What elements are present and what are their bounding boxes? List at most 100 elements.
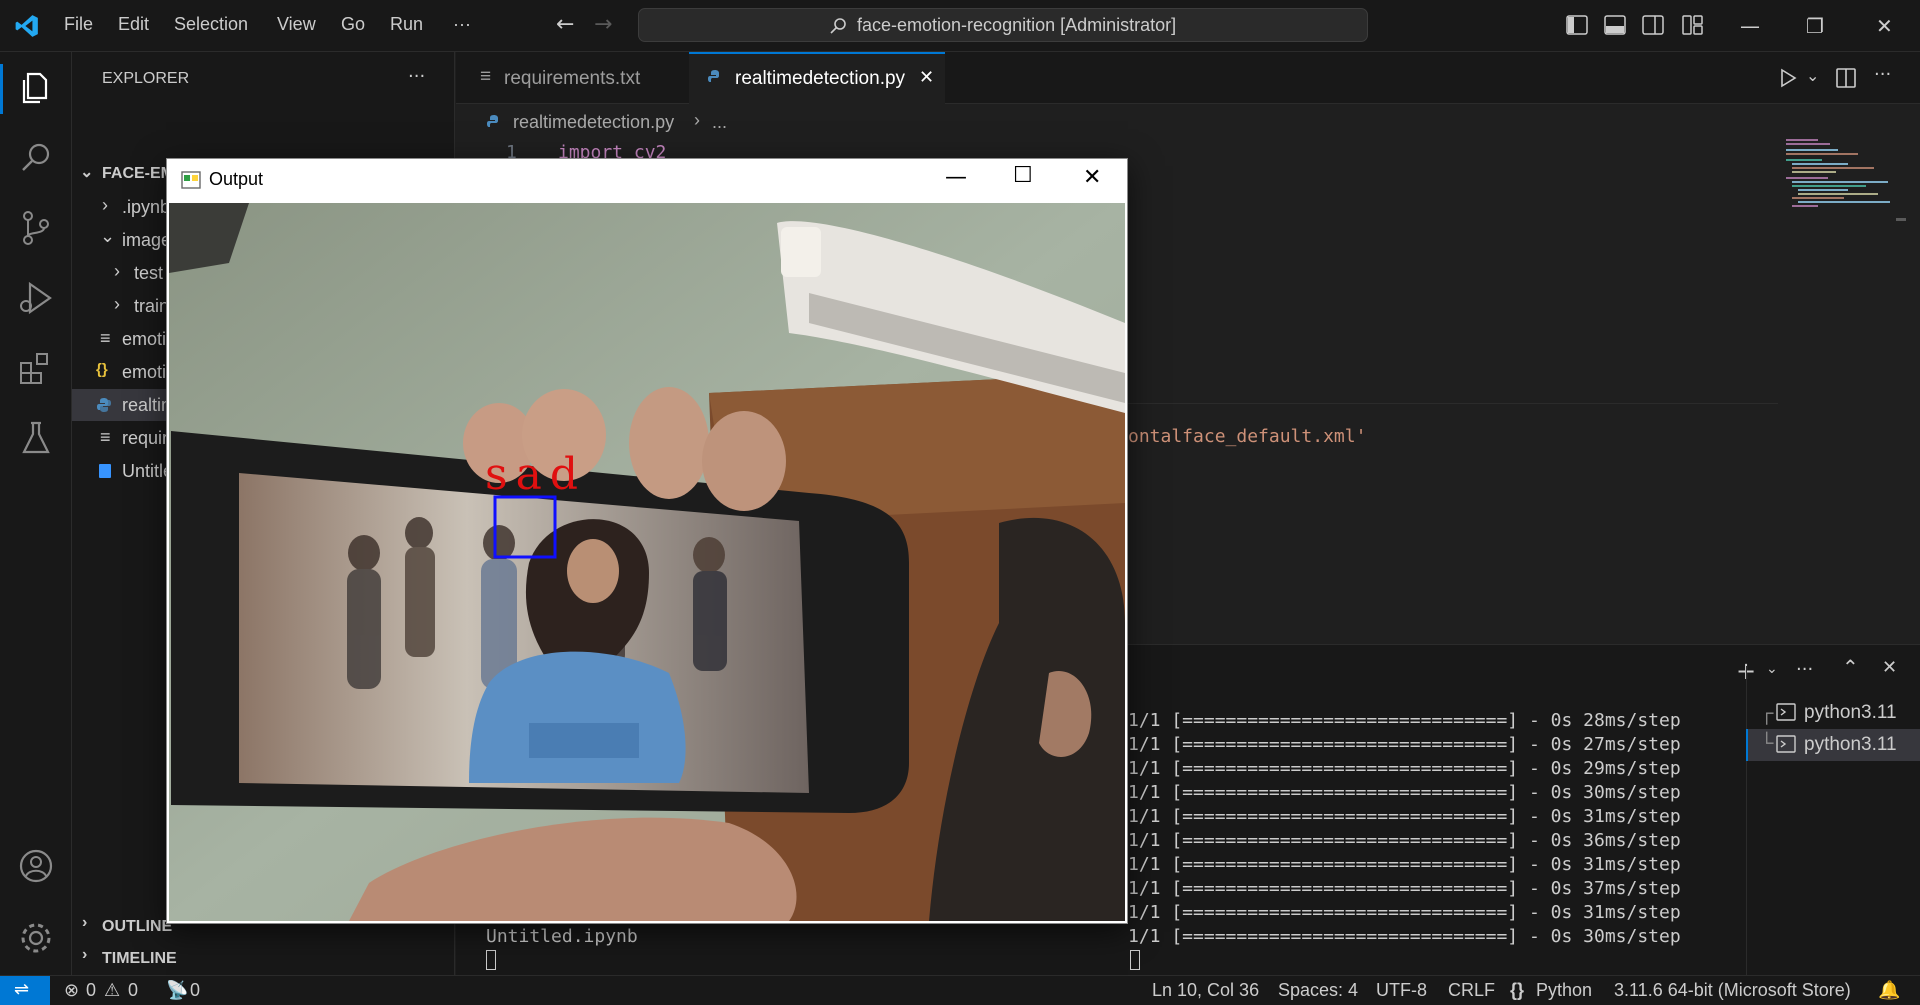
- output-window-title: Output: [209, 169, 264, 189]
- terminal-line: 1/1 [==============================] - 0…: [1128, 902, 1681, 923]
- indentation[interactable]: Spaces: 4: [1278, 980, 1358, 1001]
- menu-selection[interactable]: Selection: [174, 14, 248, 35]
- terminal-line: 1/1 [==============================] - 0…: [1128, 854, 1681, 875]
- breadcrumb-separator: ›: [694, 110, 700, 130]
- terminal-tab-2[interactable]: └ python3.11: [1746, 729, 1920, 761]
- testing-flask-icon[interactable]: [16, 418, 56, 458]
- breadcrumb-symbol[interactable]: ...: [712, 112, 727, 133]
- chevron-down-icon: ⌄: [80, 164, 94, 181]
- settings-gear-icon[interactable]: [16, 918, 56, 958]
- output-maximize-icon[interactable]: ☐: [1013, 163, 1033, 188]
- file-lines-icon: ≡: [480, 66, 492, 87]
- terminal-icon: [1776, 735, 1796, 753]
- python-file-icon: [708, 70, 719, 82]
- menu-file[interactable]: File: [64, 14, 93, 35]
- output-close-icon[interactable]: ✕: [1083, 165, 1101, 190]
- chevron-right-icon: ›: [102, 195, 108, 215]
- python-file-icon: [97, 398, 111, 412]
- extensions-icon[interactable]: [16, 348, 56, 388]
- account-icon[interactable]: [16, 846, 56, 886]
- terminal-line: 1/1 [==============================] - 0…: [1128, 734, 1681, 755]
- terminal-tab-1[interactable]: ┌ python3.11: [1746, 697, 1920, 729]
- encoding[interactable]: UTF-8: [1376, 980, 1427, 1001]
- output-window[interactable]: Output — ☐ ✕ sad: [166, 158, 1128, 924]
- terminal-line: 1/1 [==============================] - 0…: [1128, 830, 1681, 851]
- tree-connector-bottom: └: [1760, 733, 1774, 754]
- toggle-panel-icon[interactable]: [1604, 15, 1626, 35]
- python-interpreter[interactable]: 3.11.6 64-bit (Microsoft Store): [1614, 980, 1851, 1001]
- editor-divider: [1128, 403, 1778, 404]
- tab-realtimedetection-py[interactable]: realtimedetection.py ✕: [689, 52, 945, 104]
- chevron-right-icon: ›: [114, 261, 120, 281]
- toggle-primary-sidebar-icon[interactable]: [1566, 15, 1588, 35]
- terminal-line: 1/1 [==============================] - 0…: [1128, 710, 1681, 731]
- command-center-search[interactable]: face-emotion-recognition [Administrator]: [638, 8, 1368, 42]
- menu-edit[interactable]: Edit: [118, 14, 149, 35]
- minimap[interactable]: [1778, 134, 1906, 654]
- split-editor-icon[interactable]: [1836, 68, 1856, 88]
- close-panel-icon[interactable]: ✕: [1882, 657, 1897, 678]
- errors-icon[interactable]: ⊗: [64, 980, 79, 1001]
- cursor-position[interactable]: Ln 10, Col 36: [1152, 980, 1259, 1001]
- breadcrumb-file[interactable]: realtimedetection.py: [513, 112, 674, 133]
- notebook-file-icon: [99, 464, 111, 478]
- explorer-more-button[interactable]: ···: [408, 66, 425, 87]
- left-terminal-cursor[interactable]: [486, 950, 496, 970]
- tree-connector-top: ┌: [1760, 703, 1774, 724]
- editor-more-button[interactable]: ···: [1874, 64, 1891, 85]
- menu-go[interactable]: Go: [341, 14, 365, 35]
- back-arrow-icon[interactable]: ←: [556, 12, 574, 37]
- search-text: face-emotion-recognition [Administrator]: [857, 15, 1177, 35]
- vscode-logo-icon[interactable]: [14, 13, 40, 39]
- left-terminal-text: Untitled.ipynb: [486, 926, 638, 947]
- terminal-line: 1/1 [==============================] - 0…: [1128, 926, 1681, 947]
- camera-feed: sad: [169, 203, 1125, 921]
- ports-icon[interactable]: 📡: [166, 980, 188, 1001]
- language-mode[interactable]: Python: [1536, 980, 1592, 1001]
- toggle-secondary-sidebar-icon[interactable]: [1642, 15, 1664, 35]
- status-bar: ⇌ ⊗ 0 ⚠ 0 📡 0 Ln 10, Col 36 Spaces: 4 UT…: [0, 975, 1920, 1005]
- terminal-line: 1/1 [==============================] - 0…: [1128, 758, 1681, 779]
- breadcrumb: realtimedetection.py › ...: [456, 104, 1920, 140]
- chevron-right-icon: ›: [82, 914, 88, 931]
- terminal-line: 1/1 [==============================] - 0…: [1128, 806, 1681, 827]
- editor-tab-bar: ≡ requirements.txt realtimedetection.py …: [456, 52, 1920, 104]
- code-string-fragment[interactable]: ontalface_default.xml': [1128, 426, 1366, 447]
- python-file-icon: [487, 115, 498, 127]
- timeline-section[interactable]: › TIMELINE: [72, 942, 455, 974]
- chevron-down-icon: ⌄: [100, 226, 116, 246]
- source-control-icon[interactable]: [16, 208, 56, 248]
- line-ending[interactable]: CRLF: [1448, 980, 1495, 1001]
- warnings-count: 0: [128, 980, 139, 1000]
- run-options-chevron-icon[interactable]: ⌄: [1806, 66, 1819, 85]
- close-icon[interactable]: ✕: [1876, 14, 1893, 38]
- menu-run[interactable]: Run: [390, 14, 423, 35]
- forward-arrow-icon[interactable]: →: [594, 12, 612, 37]
- language-braces-icon: {}: [1510, 980, 1525, 1000]
- emotion-label: sad: [485, 449, 586, 500]
- run-debug-icon[interactable]: [16, 278, 56, 318]
- maximize-panel-chevron-up-icon[interactable]: ⌃: [1842, 655, 1859, 679]
- menu-more[interactable]: ···: [453, 14, 471, 35]
- file-lines-icon: ≡: [100, 427, 111, 447]
- notifications-bell-icon[interactable]: 🔔: [1878, 980, 1900, 1001]
- menu-view[interactable]: View: [277, 14, 316, 35]
- remote-indicator[interactable]: ⇌: [0, 976, 50, 1005]
- customize-layout-icon[interactable]: [1682, 15, 1704, 35]
- terminal-profile-chevron-icon[interactable]: ⌄: [1766, 661, 1778, 677]
- active-indicator: [0, 64, 3, 114]
- run-file-icon[interactable]: [1778, 68, 1798, 88]
- tab-close-icon[interactable]: ✕: [919, 67, 934, 88]
- minimize-icon[interactable]: —: [1740, 14, 1760, 38]
- warnings-icon[interactable]: ⚠: [104, 980, 120, 1001]
- tab-requirements-txt[interactable]: ≡ requirements.txt: [456, 52, 688, 104]
- camera-frame-image: [169, 203, 1125, 921]
- panel-more-button[interactable]: ···: [1796, 659, 1813, 680]
- output-minimize-icon[interactable]: —: [945, 165, 967, 190]
- terminal-line: 1/1 [==============================] - 0…: [1128, 782, 1681, 803]
- window-app-icon: [181, 171, 201, 189]
- explorer-icon[interactable]: [16, 68, 56, 108]
- search-sidebar-icon[interactable]: [16, 138, 56, 178]
- terminal-cursor: [1130, 950, 1140, 970]
- restore-icon[interactable]: ❐: [1806, 14, 1824, 38]
